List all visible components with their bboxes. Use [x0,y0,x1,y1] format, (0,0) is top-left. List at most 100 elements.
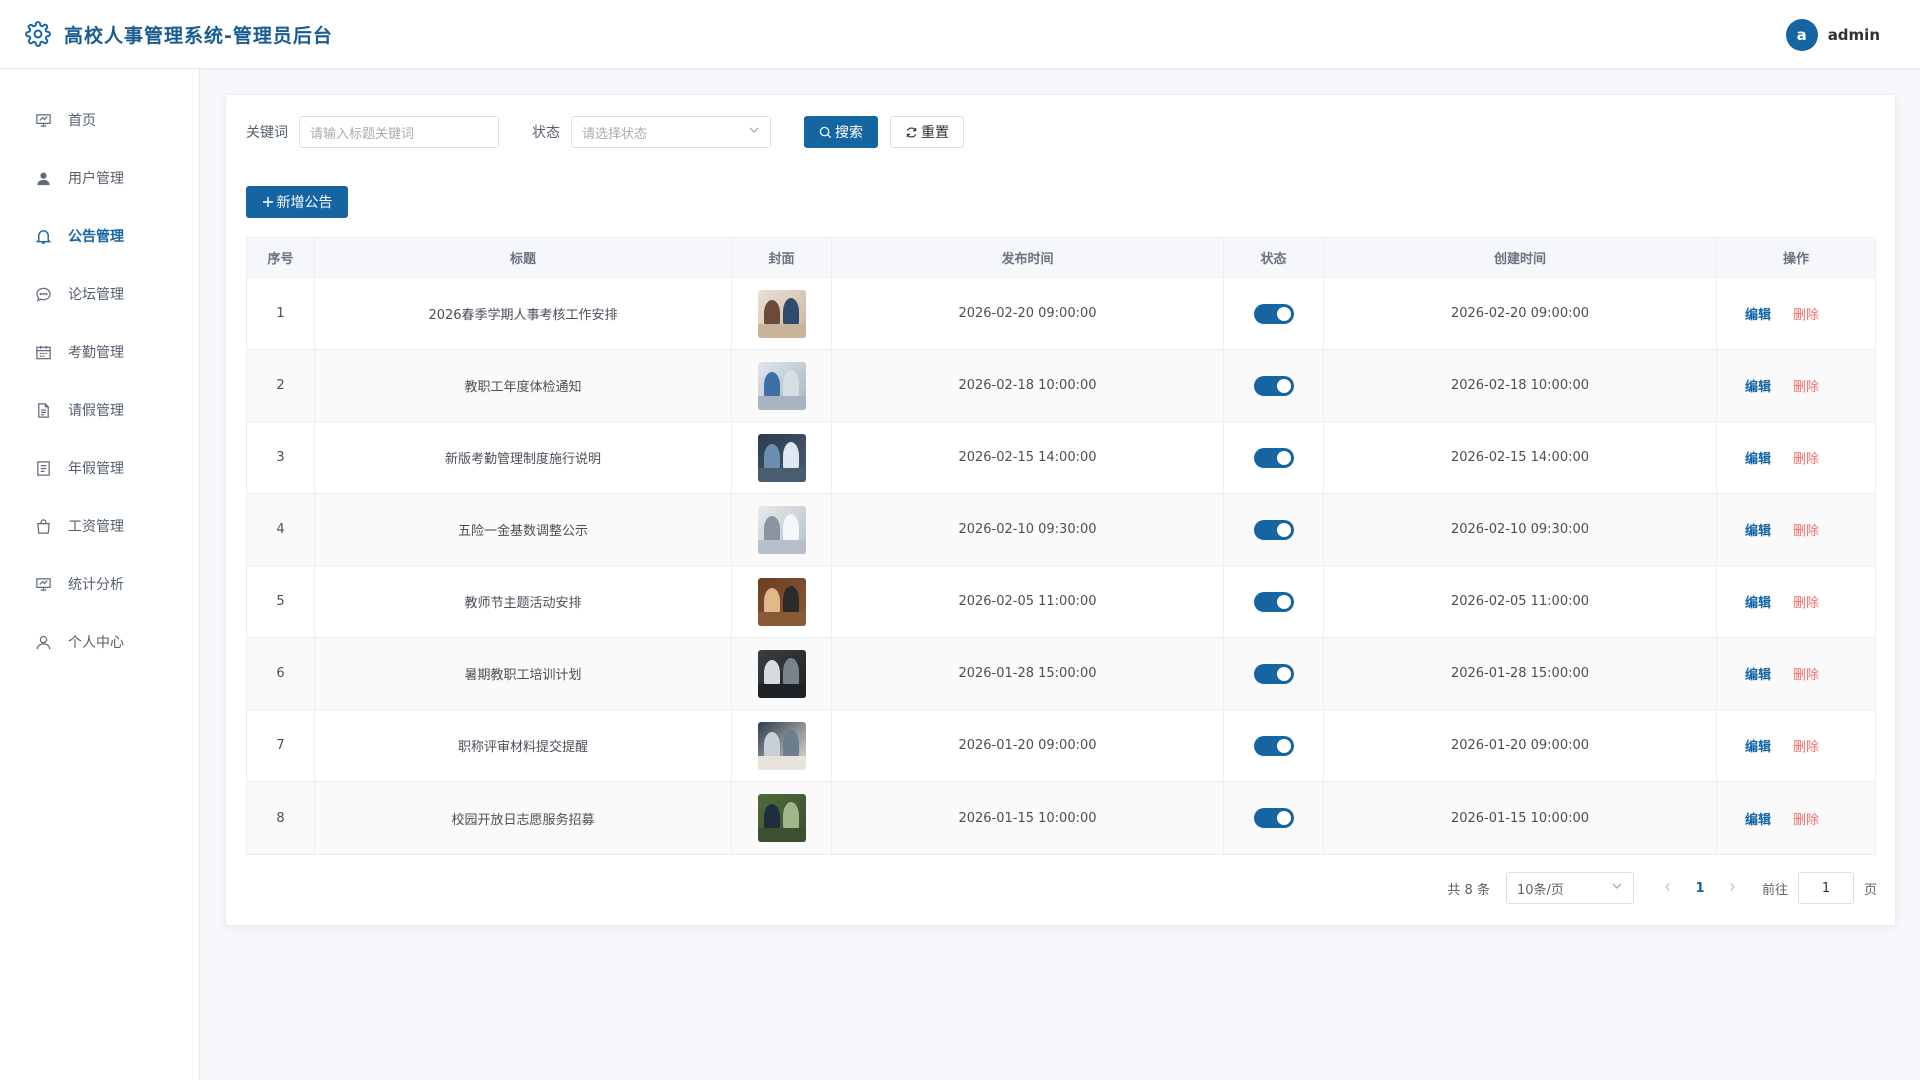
chart-icon [34,575,52,593]
sidebar-item-1[interactable]: 用户管理 [0,149,199,207]
reset-button[interactable]: 重置 [890,116,964,148]
cell-publish-time: 2026-02-10 09:30:00 [832,494,1224,565]
sidebar: 首页用户管理公告管理 论坛管理 考勤管理请假管理年假管理工资管理 统计分析 个人中心 [0,69,200,1080]
cell-title: 2026春季学期人事考核工作安排 [315,278,732,349]
cell-index: 6 [247,638,315,709]
page-size-select[interactable]: 10条/页 [1505,872,1634,904]
edit-button[interactable]: 编辑 [1745,736,1771,755]
status-toggle[interactable] [1253,375,1294,396]
cell-title: 校园开放日志愿服务招募 [315,782,732,854]
edit-button[interactable]: 编辑 [1745,809,1771,828]
cell-publish-time: 2026-02-05 11:00:00 [832,566,1224,637]
column-header: 状态 [1224,238,1324,277]
cell-index: 5 [247,566,315,637]
cell-publish-time: 2026-01-15 10:00:00 [832,782,1224,854]
cell-publish-time: 2026-02-20 09:00:00 [832,278,1224,349]
status-toggle[interactable] [1253,591,1294,612]
sidebar-item-0[interactable]: 首页 [0,91,199,149]
sidebar-item-3[interactable]: 论坛管理 [0,265,199,323]
edit-button[interactable]: 编辑 [1745,448,1771,467]
edit-button[interactable]: 编辑 [1745,592,1771,611]
delete-button[interactable]: 删除 [1793,664,1819,683]
status-toggle[interactable] [1253,447,1294,468]
cover-image[interactable] [757,649,806,698]
page-number-current[interactable]: 1 [1684,872,1716,904]
sidebar-item-6[interactable]: 年假管理 [0,439,199,497]
announcement-panel: 关键词 请输入标题关键词 状态 请选择状态 搜索 重置 新增公告 序号标题 封面… [225,94,1896,926]
goto-page-input[interactable]: 1 [1797,872,1854,904]
edit-button[interactable]: 编辑 [1745,376,1771,395]
announcement-table: 序号 标题 封面 发布时间 状态 创建时间 操作 1 2026春季学期人事考核工作安排 2026… [246,237,1876,855]
prev-page-button[interactable] [1652,872,1684,904]
cell-status [1224,278,1324,349]
delete-button[interactable]: 删除 [1793,448,1819,467]
keyword-input[interactable]: 请输入标题关键词 [299,116,499,148]
cell-title: 教师节主题活动安排 [315,566,732,637]
cell-created-time: 2026-02-20 09:00:00 [1324,278,1717,349]
cell-created-time: 2026-02-18 10:00:00 [1324,350,1717,421]
cover-image[interactable] [757,505,806,554]
status-toggle[interactable] [1253,519,1294,540]
sidebar-item-label: 用户管理 [68,171,124,187]
table-row: 8 校园开放日志愿服务招募 2026-01-15 10:00:00 2026-01-1… [247,782,1875,854]
sidebar-item-4[interactable]: 考勤管理 [0,323,199,381]
sidebar-item-9[interactable]: 个人中心 [0,613,199,671]
search-button-label: 搜索 [835,125,863,141]
cover-image[interactable] [757,721,806,770]
username[interactable]: admin [1828,26,1880,44]
delete-button[interactable]: 删除 [1793,304,1819,323]
cover-image[interactable] [757,577,806,626]
cell-publish-time: 2026-02-15 14:00:00 [832,422,1224,493]
status-toggle[interactable] [1253,663,1294,684]
cell-status [1224,350,1324,421]
status-select[interactable]: 请选择状态 [571,116,771,148]
search-button[interactable]: 搜索 [804,116,878,148]
cell-actions: 编辑 删除 [1717,278,1875,349]
avatar[interactable]: a [1785,19,1818,51]
sidebar-item-label: 年假管理 [68,461,124,477]
cover-image[interactable] [757,433,806,482]
table-body: 1 2026春季学期人事考核工作安排 2026-02-20 09:00:00 2026… [247,278,1875,854]
sidebar-item-5[interactable]: 请假管理 [0,381,199,439]
chat-icon [34,285,52,303]
delete-button[interactable]: 删除 [1793,736,1819,755]
status-toggle[interactable] [1253,303,1294,324]
add-announcement-label: 新增公告 [276,195,333,211]
next-page-button[interactable] [1716,872,1748,904]
app-title: 高校人事管理系统-管理员后台 [64,24,333,47]
chevron-right-icon [1727,880,1737,896]
edit-button[interactable]: 编辑 [1745,304,1771,323]
goto-label: 前往 [1761,882,1788,898]
delete-button[interactable]: 删除 [1793,809,1819,828]
cover-image[interactable] [757,289,806,338]
delete-button[interactable]: 删除 [1793,376,1819,395]
cover-image[interactable] [757,361,806,410]
cell-actions: 编辑 删除 [1717,350,1875,421]
status-toggle[interactable] [1253,735,1294,756]
cell-status [1224,566,1324,637]
cover-image[interactable] [757,794,806,842]
gear-icon [24,20,52,48]
user-menu[interactable]: a admin [1785,19,1880,51]
delete-button[interactable]: 删除 [1793,592,1819,611]
delete-button[interactable]: 删除 [1793,520,1819,539]
add-announcement-button[interactable]: 新增公告 [246,186,348,218]
status-toggle[interactable] [1253,808,1294,828]
cell-actions: 编辑 删除 [1717,638,1875,709]
plus-icon [262,196,274,208]
cell-cover [732,566,832,637]
edit-button[interactable]: 编辑 [1745,520,1771,539]
sidebar-item-label: 请假管理 [68,403,124,419]
cell-publish-time: 2026-01-20 09:00:00 [832,710,1224,781]
edit-button[interactable]: 编辑 [1745,664,1771,683]
cell-publish-time: 2026-02-18 10:00:00 [832,350,1224,421]
column-header: 封面 [732,238,832,277]
sidebar-item-7[interactable]: 工资管理 [0,497,199,555]
sidebar-item-2[interactable]: 公告管理 [0,207,199,265]
cell-status [1224,782,1324,854]
sidebar-item-8[interactable]: 统计分析 [0,555,199,613]
cell-status [1224,494,1324,565]
bell-icon [34,227,52,245]
cell-actions: 编辑 删除 [1717,782,1875,854]
cell-cover [732,710,832,781]
